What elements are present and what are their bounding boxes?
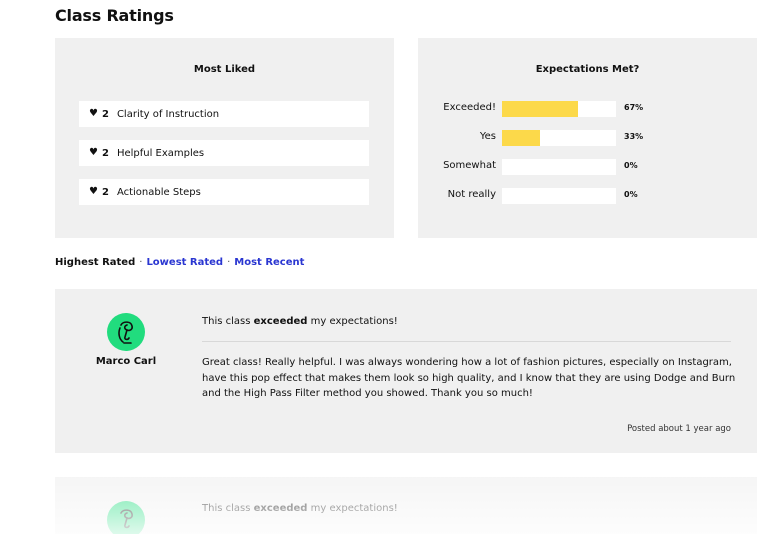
expectation-percent: 67%: [624, 103, 644, 112]
liked-count: 2: [101, 186, 109, 198]
review-divider: [202, 341, 731, 342]
sort-highest-rated[interactable]: Highest Rated: [55, 257, 135, 268]
headline-suffix: my expectations!: [307, 503, 398, 514]
review-posted-date: Posted about 1 year ago: [627, 424, 731, 434]
expectation-label: Exceeded!: [443, 102, 496, 113]
expectation-percent: 33%: [624, 132, 644, 141]
review-card: This class exceeded my expectations!: [55, 477, 757, 534]
most-liked-panel: Most Liked ♥ 2 Clarity of Instruction ♥ …: [55, 38, 394, 238]
face-sketch-icon: [120, 509, 133, 529]
heart-icon: ♥: [89, 147, 98, 158]
expectation-percent: 0%: [624, 161, 638, 170]
headline-prefix: This class: [202, 503, 254, 514]
review-card: Marco Carl This class exceeded my expect…: [55, 289, 757, 453]
avatar: [107, 313, 145, 351]
liked-label: Helpful Examples: [116, 147, 205, 159]
heart-icon: ♥: [89, 108, 98, 119]
expectations-title: Expectations Met?: [535, 64, 640, 75]
liked-item: ♥ 2 Actionable Steps: [79, 179, 369, 205]
review-headline: This class exceeded my expectations!: [202, 316, 398, 327]
liked-count: 2: [101, 108, 109, 120]
expectation-bar-track: [502, 101, 616, 117]
headline-rating: exceeded: [253, 503, 308, 514]
expectation-row: Somewhat 0%: [418, 159, 757, 175]
expectation-bar-fill: [502, 101, 579, 117]
sort-separator: ·: [227, 257, 231, 268]
sort-separator: ·: [139, 257, 143, 268]
review-headline: This class exceeded my expectations!: [202, 503, 398, 514]
expectation-percent: 0%: [624, 190, 638, 199]
headline-suffix: my expectations!: [307, 316, 398, 327]
expectation-bar-track: [502, 130, 616, 146]
expectation-bar-track: [502, 188, 616, 204]
liked-item: ♥ 2 Helpful Examples: [79, 140, 369, 166]
expectation-bar-track: [502, 159, 616, 175]
headline-prefix: This class: [202, 316, 254, 327]
most-liked-title: Most Liked: [193, 64, 256, 75]
review-sort-bar: Highest Rated · Lowest Rated · Most Recent: [55, 257, 304, 268]
liked-item: ♥ 2 Clarity of Instruction: [79, 101, 369, 127]
liked-label: Actionable Steps: [116, 186, 201, 198]
expectation-row: Exceeded! 67%: [418, 101, 757, 117]
expectation-bar-fill: [502, 130, 540, 146]
liked-count: 2: [101, 147, 109, 159]
expectation-label: Not really: [447, 189, 496, 200]
expectation-label: Yes: [479, 131, 496, 142]
sort-lowest-rated[interactable]: Lowest Rated: [146, 257, 223, 268]
face-sketch-icon: [118, 321, 133, 344]
page-title: Class Ratings: [55, 6, 174, 25]
sort-most-recent[interactable]: Most Recent: [234, 257, 304, 268]
expectation-row: Not really 0%: [418, 188, 757, 204]
expectation-label: Somewhat: [443, 160, 496, 171]
heart-icon: ♥: [89, 186, 98, 197]
avatar: [107, 501, 145, 534]
expectation-row: Yes 33%: [418, 130, 757, 146]
liked-label: Clarity of Instruction: [116, 108, 220, 120]
review-body: Great class! Really helpful. I was alway…: [202, 357, 736, 399]
expectations-panel: Expectations Met? Exceeded! 67% Yes 33% …: [418, 38, 757, 238]
headline-rating: exceeded: [253, 316, 308, 327]
reviewer-name[interactable]: Marco Carl: [77, 356, 175, 367]
